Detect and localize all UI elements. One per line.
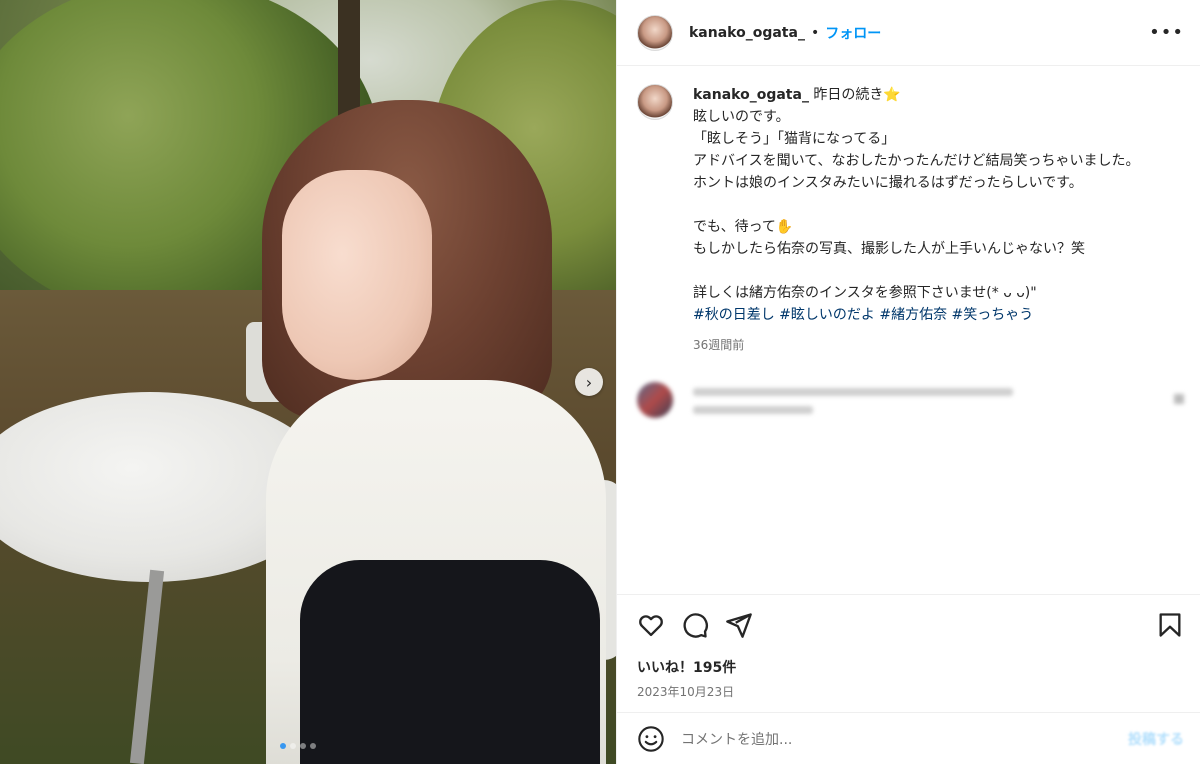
emoji-icon[interactable] [637, 725, 665, 753]
caption-avatar[interactable] [637, 84, 673, 120]
caption-username[interactable]: kanako_ogata_ [693, 87, 809, 103]
carousel-dot [280, 743, 286, 749]
post-sidebar: kanako_ogata_ • フォロー ••• kanako_ogata_ 昨… [616, 0, 1200, 764]
carousel-dots [280, 743, 316, 749]
hashtags[interactable]: #秋の日差し #眩しいのだよ #緒方佑奈 #笑っちゃう [693, 307, 1033, 323]
photo-tree-trunk [338, 0, 360, 120]
bookmark-icon[interactable] [1156, 611, 1184, 639]
blurred-comment [693, 382, 1113, 414]
caption-first-line: 昨日の続き⭐ [808, 87, 901, 103]
instagram-post-modal: › kanako_ogata_ • フォロー ••• kanako_ogata_… [0, 0, 1200, 764]
post-date: 2023年10月23日 [637, 685, 735, 699]
heart-icon[interactable] [637, 611, 665, 639]
chevron-right-icon: › [585, 372, 593, 392]
caption-body: 眩しいのです。 「眩しそう」「猫背になってる」 アドバイスを聞いて、なおしたかっ… [693, 109, 1140, 301]
caption: kanako_ogata_ 昨日の続き⭐ 眩しいのです。 「眩しそう」「猫背にな… [637, 84, 1184, 356]
avatar[interactable] [637, 14, 673, 51]
post-photo[interactable]: › [0, 0, 616, 764]
action-icons [637, 611, 1184, 639]
separator: • [810, 24, 820, 41]
share-icon[interactable] [725, 611, 753, 639]
blurred-avatar [637, 382, 673, 418]
follow-button[interactable]: フォロー [825, 23, 881, 43]
caption-text: kanako_ogata_ 昨日の続き⭐ 眩しいのです。 「眩しそう」「猫背にな… [693, 84, 1139, 356]
photo-person-dress [300, 560, 600, 764]
comment-input[interactable]: コメントを追加... [681, 729, 1128, 749]
carousel-dot [290, 743, 296, 749]
add-comment-bar: コメントを追加... 投稿する [617, 712, 1200, 764]
blurred-like-icon [1174, 394, 1184, 404]
comment-item [637, 382, 1184, 418]
comments-section: kanako_ogata_ 昨日の続き⭐ 眩しいのです。 「眩しそう」「猫背にな… [617, 66, 1200, 594]
carousel-dot [310, 743, 316, 749]
header-username[interactable]: kanako_ogata_ [689, 25, 805, 41]
more-options-icon[interactable]: ••• [1149, 22, 1184, 43]
carousel-dot [300, 743, 306, 749]
post-header: kanako_ogata_ • フォロー ••• [617, 0, 1200, 66]
post-comment-button[interactable]: 投稿する [1128, 729, 1184, 749]
next-slide-button[interactable]: › [575, 368, 603, 396]
likes-count[interactable]: いいね！195件 [637, 657, 1184, 677]
time-ago: 36週間前 [693, 338, 745, 352]
comment-icon[interactable] [681, 611, 709, 639]
photo-person-face [282, 170, 432, 380]
post-actions: いいね！195件 2023年10月23日 [617, 594, 1200, 712]
